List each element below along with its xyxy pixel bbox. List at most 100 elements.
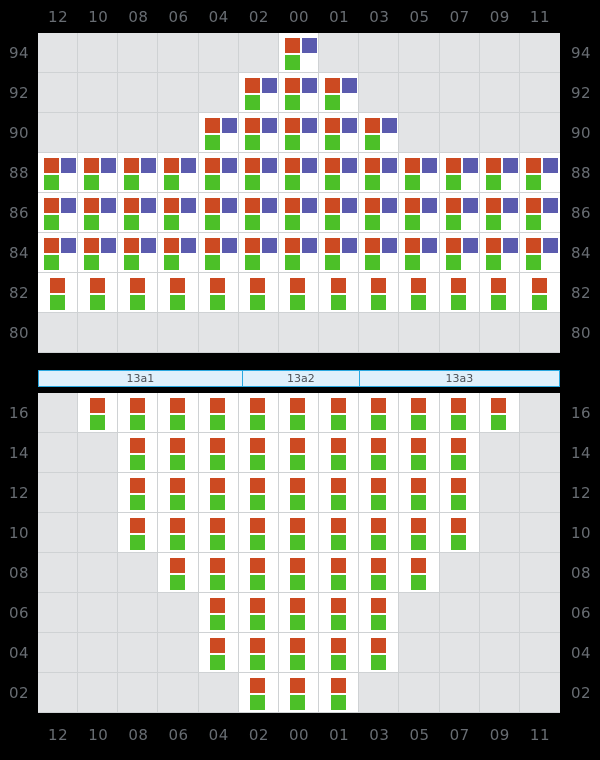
seat-cell[interactable]: [479, 153, 520, 193]
seat-cell[interactable]: [78, 233, 119, 273]
seat-cell[interactable]: [238, 673, 279, 713]
seat-cell[interactable]: [359, 233, 400, 273]
seat-cell[interactable]: [519, 153, 560, 193]
seat-cell[interactable]: [158, 513, 199, 553]
seat-cell[interactable]: [118, 433, 159, 473]
seat-cell[interactable]: [198, 193, 239, 233]
seat-cell[interactable]: [78, 273, 119, 313]
seat-cell[interactable]: [238, 633, 279, 673]
seat-cell[interactable]: [319, 433, 360, 473]
seat-cell[interactable]: [238, 113, 279, 153]
seat-cell[interactable]: [278, 233, 320, 273]
seat-cell[interactable]: [319, 153, 360, 193]
seat-cell[interactable]: [399, 393, 440, 433]
seat-cell[interactable]: [238, 553, 279, 593]
seat-cell[interactable]: [158, 193, 199, 233]
seat-cell[interactable]: [399, 193, 440, 233]
seat-cell[interactable]: [399, 433, 440, 473]
seat-cell[interactable]: [439, 273, 480, 313]
seat-cell[interactable]: [198, 393, 239, 433]
segment-band[interactable]: 13a1 13a2 13a3: [38, 370, 560, 387]
seat-cell[interactable]: [278, 593, 320, 633]
seat-cell[interactable]: [198, 633, 239, 673]
seat-cell[interactable]: [118, 153, 159, 193]
seat-cell[interactable]: [399, 513, 440, 553]
seat-cell[interactable]: [198, 113, 239, 153]
seat-cell[interactable]: [118, 193, 159, 233]
seat-cell[interactable]: [238, 473, 279, 513]
seat-cell[interactable]: [238, 233, 279, 273]
seat-cell[interactable]: [439, 193, 480, 233]
seat-cell[interactable]: [158, 273, 199, 313]
seat-cell[interactable]: [319, 513, 360, 553]
seat-cell[interactable]: [278, 513, 320, 553]
segment-13a1[interactable]: 13a1: [39, 371, 243, 386]
seat-cell[interactable]: [118, 273, 159, 313]
seat-cell[interactable]: [278, 113, 320, 153]
seat-cell[interactable]: [238, 513, 279, 553]
seat-cell[interactable]: [278, 553, 320, 593]
seat-cell[interactable]: [319, 553, 360, 593]
seat-cell[interactable]: [198, 153, 239, 193]
seat-cell[interactable]: [519, 193, 560, 233]
seat-cell[interactable]: [238, 433, 279, 473]
seat-cell[interactable]: [439, 513, 480, 553]
seat-cell[interactable]: [519, 273, 560, 313]
seat-cell[interactable]: [198, 593, 239, 633]
seat-cell[interactable]: [238, 393, 279, 433]
top-grid-cells[interactable]: [38, 33, 560, 353]
seat-cell[interactable]: [359, 273, 400, 313]
seat-cell[interactable]: [479, 393, 520, 433]
seat-cell[interactable]: [158, 433, 199, 473]
seat-cell[interactable]: [278, 33, 320, 73]
seat-cell[interactable]: [158, 393, 199, 433]
seat-cell[interactable]: [38, 193, 79, 233]
seat-cell[interactable]: [278, 673, 320, 713]
seat-cell[interactable]: [359, 473, 400, 513]
seat-cell[interactable]: [238, 73, 279, 113]
seat-cell[interactable]: [158, 473, 199, 513]
seat-cell[interactable]: [38, 153, 79, 193]
seat-cell[interactable]: [319, 473, 360, 513]
seat-cell[interactable]: [198, 433, 239, 473]
seat-cell[interactable]: [198, 513, 239, 553]
seat-cell[interactable]: [118, 233, 159, 273]
seat-cell[interactable]: [198, 473, 239, 513]
seat-cell[interactable]: [319, 113, 360, 153]
seat-cell[interactable]: [479, 273, 520, 313]
seat-cell[interactable]: [319, 193, 360, 233]
seat-cell[interactable]: [278, 193, 320, 233]
seat-cell[interactable]: [319, 233, 360, 273]
seat-cell[interactable]: [319, 73, 360, 113]
seat-cell[interactable]: [399, 153, 440, 193]
seat-cell[interactable]: [78, 153, 119, 193]
seat-cell[interactable]: [519, 233, 560, 273]
seat-cell[interactable]: [439, 473, 480, 513]
seat-cell[interactable]: [278, 73, 320, 113]
seat-cell[interactable]: [278, 473, 320, 513]
seat-cell[interactable]: [319, 673, 360, 713]
bottom-grid-cells[interactable]: [38, 393, 560, 713]
seat-cell[interactable]: [319, 393, 360, 433]
seat-cell[interactable]: [158, 233, 199, 273]
seat-cell[interactable]: [158, 553, 199, 593]
seat-cell[interactable]: [38, 233, 79, 273]
seat-cell[interactable]: [319, 633, 360, 673]
seat-cell[interactable]: [319, 273, 360, 313]
seat-cell[interactable]: [359, 393, 400, 433]
seat-cell[interactable]: [118, 393, 159, 433]
seat-cell[interactable]: [359, 593, 400, 633]
seat-cell[interactable]: [399, 553, 440, 593]
seat-cell[interactable]: [439, 233, 480, 273]
seat-cell[interactable]: [198, 553, 239, 593]
seat-cell[interactable]: [38, 273, 79, 313]
seat-cell[interactable]: [158, 153, 199, 193]
seat-cell[interactable]: [78, 393, 119, 433]
seat-cell[interactable]: [359, 193, 400, 233]
seat-cell[interactable]: [238, 193, 279, 233]
seat-cell[interactable]: [278, 393, 320, 433]
seat-cell[interactable]: [439, 153, 480, 193]
seat-cell[interactable]: [238, 153, 279, 193]
segment-13a3[interactable]: 13a3: [359, 371, 559, 386]
seat-cell[interactable]: [359, 433, 400, 473]
